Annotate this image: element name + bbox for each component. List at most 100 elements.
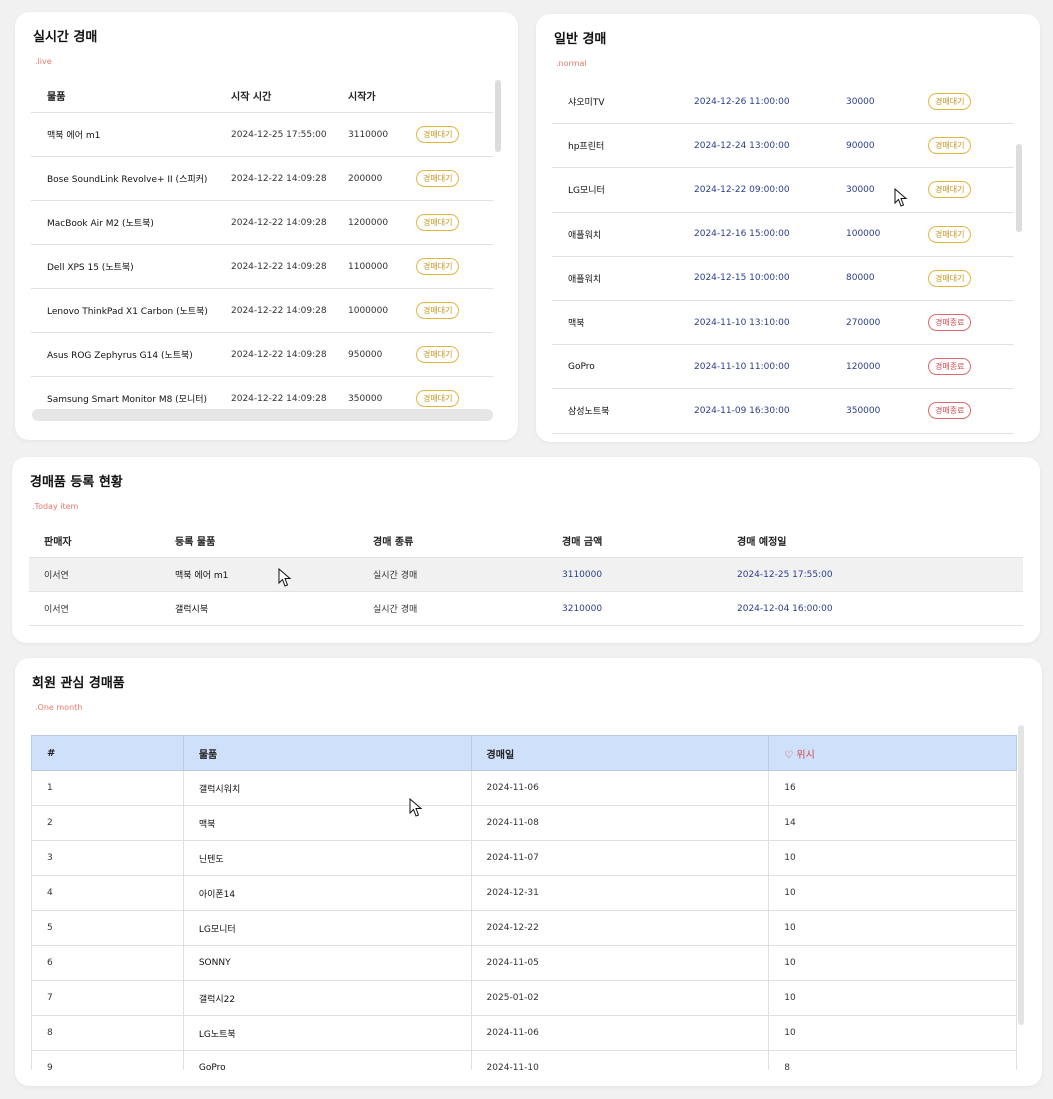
status-cell: 경매대기: [416, 170, 476, 187]
status-cell: 경매대기: [928, 137, 988, 155]
item-name: 삼성노트북: [568, 407, 610, 418]
interest-date: 2024-11-05: [470, 945, 770, 981]
today-amount: 3210000: [562, 603, 603, 614]
interest-vertical-scrollbar[interactable]: [1018, 725, 1024, 1025]
status-cell: 경매대기: [928, 181, 988, 199]
header-start-time: 시작 시간: [231, 91, 272, 103]
status-badge[interactable]: 경매대기: [928, 225, 972, 243]
status-badge[interactable]: 경매대기: [416, 126, 460, 143]
start-time: 2024-12-22 14:09:28: [231, 173, 327, 184]
status-badge[interactable]: 경매종료: [928, 314, 972, 332]
start-price: 350000: [846, 405, 881, 416]
interest-wish: 10: [768, 840, 1017, 876]
today-table-row[interactable]: 이서연 맥북 에어 m1 실시간 경매 3110000 2024-12-25 17:55…: [29, 558, 1023, 592]
status-badge[interactable]: 경매대기: [416, 302, 460, 319]
today-item: 갤럭시북: [175, 605, 209, 615]
interest-item: LG모니터: [182, 910, 472, 946]
normal-table-row[interactable]: LG모니터 2024-12-22 09:00:00 30000 경매대기: [552, 168, 1014, 213]
item-name: 샤오미TV: [568, 98, 605, 109]
item-name: Lenovo ThinkPad X1 Carbon (노트북): [47, 307, 208, 317]
status-badge[interactable]: 경매대기: [416, 346, 460, 363]
live-table-row[interactable]: Dell XPS 15 (노트북) 2024-12-22 14:09:28 1100…: [31, 245, 493, 289]
start-price: 90000: [846, 140, 875, 151]
member-interest-table-wrap: # 물품 경매일 ♡ 위시 1 갤럭시워치 2024-11-06 16 2 맥북 2024-…: [31, 735, 1018, 1070]
status-badge[interactable]: 경매종료: [928, 402, 972, 420]
today-table-row[interactable]: 이서연 갤럭시북 실시간 경매 3210000 2024-12-04 16:00:00: [29, 592, 1023, 626]
interest-no: 2: [31, 805, 184, 841]
header-item: 물품: [182, 735, 472, 771]
interest-table-row[interactable]: 9 GoPro 2024-11-10 8: [31, 1050, 1017, 1070]
status-cell: 경매종료: [928, 358, 988, 376]
status-cell: 경매대기: [416, 302, 476, 319]
interest-wish: 8: [768, 1050, 1017, 1070]
start-time: 2024-11-10 11:00:00: [694, 361, 790, 372]
interest-item: GoPro: [182, 1050, 472, 1070]
live-table-row[interactable]: Asus ROG Zephyrus G14 (노트북) 2024-12-22 14…: [31, 333, 493, 377]
interest-table-row[interactable]: 7 갤럭시22 2025-01-02 10: [31, 980, 1017, 1016]
start-price: 100000: [846, 229, 881, 240]
live-auction-card: 실시간 경매 .live 물품 시작 시간 시작가 맥북 에어 m1 2024-1…: [15, 12, 518, 440]
today-item-subtitle: .Today item: [32, 502, 79, 511]
interest-table-row[interactable]: 3 닌텐도 2024-11-07 10: [31, 840, 1017, 876]
live-horizontal-scrollbar[interactable]: [32, 409, 493, 421]
live-table-row[interactable]: Samsung Smart Monitor M8 (모니터) 2024-12-22…: [31, 377, 493, 411]
member-interest-card: 회원 관심 경매품 .One month # 물품 경매일 ♡ 위시 1 갤럭시워…: [15, 658, 1042, 1086]
live-table-row[interactable]: Bose SoundLink Revolve+ II (스피커) 2024-12-…: [31, 157, 493, 201]
today-table-header: 판매자 등록 물품 경매 종류 경매 금액 경매 예정일: [29, 523, 1023, 558]
start-time: 2024-12-22 09:00:00: [694, 184, 790, 195]
interest-table-row[interactable]: 1 갤럭시워치 2024-11-06 16: [31, 770, 1017, 806]
normal-auction-table: 샤오미TV 2024-12-26 11:00:00 30000 경매대기 hp프린터 20…: [552, 80, 1014, 434]
interest-table-row[interactable]: 2 맥북 2024-11-08 14: [31, 805, 1017, 841]
start-price: 3110000: [348, 129, 389, 140]
start-price: 30000: [846, 184, 875, 195]
today-item-card: 경매품 등록 현황 .Today item 판매자 등록 물품 경매 종류 경매…: [12, 457, 1040, 643]
interest-item: 아이폰14: [182, 875, 472, 911]
header-start-price: 시작가: [348, 91, 376, 103]
start-price: 1100000: [348, 261, 389, 272]
header-auction-type: 경매 종류: [373, 536, 414, 548]
item-name: 애플워치: [568, 230, 602, 241]
today-item-table: 판매자 등록 물품 경매 종류 경매 금액 경매 예정일 이서연 맥북 에어 m1…: [29, 523, 1023, 627]
status-badge[interactable]: 경매대기: [416, 170, 460, 187]
header-auction-amount: 경매 금액: [562, 536, 603, 548]
live-auction-subtitle: .live: [35, 57, 52, 66]
normal-vertical-scrollbar[interactable]: [1016, 144, 1022, 232]
interest-table-row[interactable]: 6 SONNY 2024-11-05 10: [31, 945, 1017, 981]
normal-table-row[interactable]: GoPro 2024-11-10 11:00:00 120000 경매종료: [552, 345, 1014, 390]
normal-table-row[interactable]: 애플워치 2024-12-15 10:00:00 80000 경매대기: [552, 257, 1014, 301]
status-badge[interactable]: 경매대기: [928, 137, 972, 155]
start-price: 270000: [846, 317, 881, 328]
status-cell: 경매대기: [928, 93, 988, 111]
normal-table-row[interactable]: hp프린터 2024-12-24 13:00:00 90000 경매대기: [552, 124, 1014, 169]
status-badge[interactable]: 경매대기: [416, 258, 460, 275]
start-price: 80000: [846, 273, 875, 284]
normal-table-row[interactable]: 삼성노트북 2024-11-09 16:30:00 350000 경매종료: [552, 389, 1014, 434]
status-badge[interactable]: 경매대기: [416, 390, 460, 407]
item-name: Bose SoundLink Revolve+ II (스피커): [47, 175, 208, 185]
interest-wish: 14: [768, 805, 1017, 841]
status-badge[interactable]: 경매대기: [928, 269, 972, 287]
interest-table-row[interactable]: 4 아이폰14 2024-12-31 10: [31, 875, 1017, 911]
interest-table-header: # 물품 경매일 ♡ 위시: [31, 735, 1017, 771]
member-interest-subtitle: .One month: [35, 703, 83, 712]
item-name: 맥북 에어 m1: [47, 131, 101, 141]
live-table-row[interactable]: Lenovo ThinkPad X1 Carbon (노트북) 2024-12-2…: [31, 289, 493, 333]
interest-table-row[interactable]: 8 LG노트북 2024-11-06 10: [31, 1015, 1017, 1051]
item-name: hp프린터: [568, 142, 605, 153]
interest-no: 8: [31, 1015, 184, 1051]
normal-table-row[interactable]: 샤오미TV 2024-12-26 11:00:00 30000 경매대기: [552, 80, 1014, 125]
normal-table-row[interactable]: 맥북 2024-11-10 13:10:00 270000 경매종료: [552, 301, 1014, 346]
header-seller: 판매자: [44, 536, 72, 548]
normal-table-row[interactable]: 애플워치 2024-12-16 15:00:00 100000 경매대기: [552, 213, 1014, 257]
interest-item: 갤럭시22: [182, 980, 472, 1016]
live-table-row[interactable]: 맥북 에어 m1 2024-12-25 17:55:00 3110000 경매대기: [31, 113, 493, 157]
start-time: 2024-12-22 14:09:28: [231, 305, 327, 316]
live-vertical-scrollbar[interactable]: [495, 80, 501, 152]
status-cell: 경매대기: [928, 269, 988, 287]
status-badge[interactable]: 경매대기: [928, 181, 972, 199]
live-table-row[interactable]: MacBook Air M2 (노트북) 2024-12-22 14:09:28 1…: [31, 201, 493, 245]
status-badge[interactable]: 경매종료: [928, 358, 972, 376]
interest-table-row[interactable]: 5 LG모니터 2024-12-22 10: [31, 910, 1017, 946]
status-badge[interactable]: 경매대기: [928, 93, 972, 111]
status-badge[interactable]: 경매대기: [416, 214, 460, 231]
